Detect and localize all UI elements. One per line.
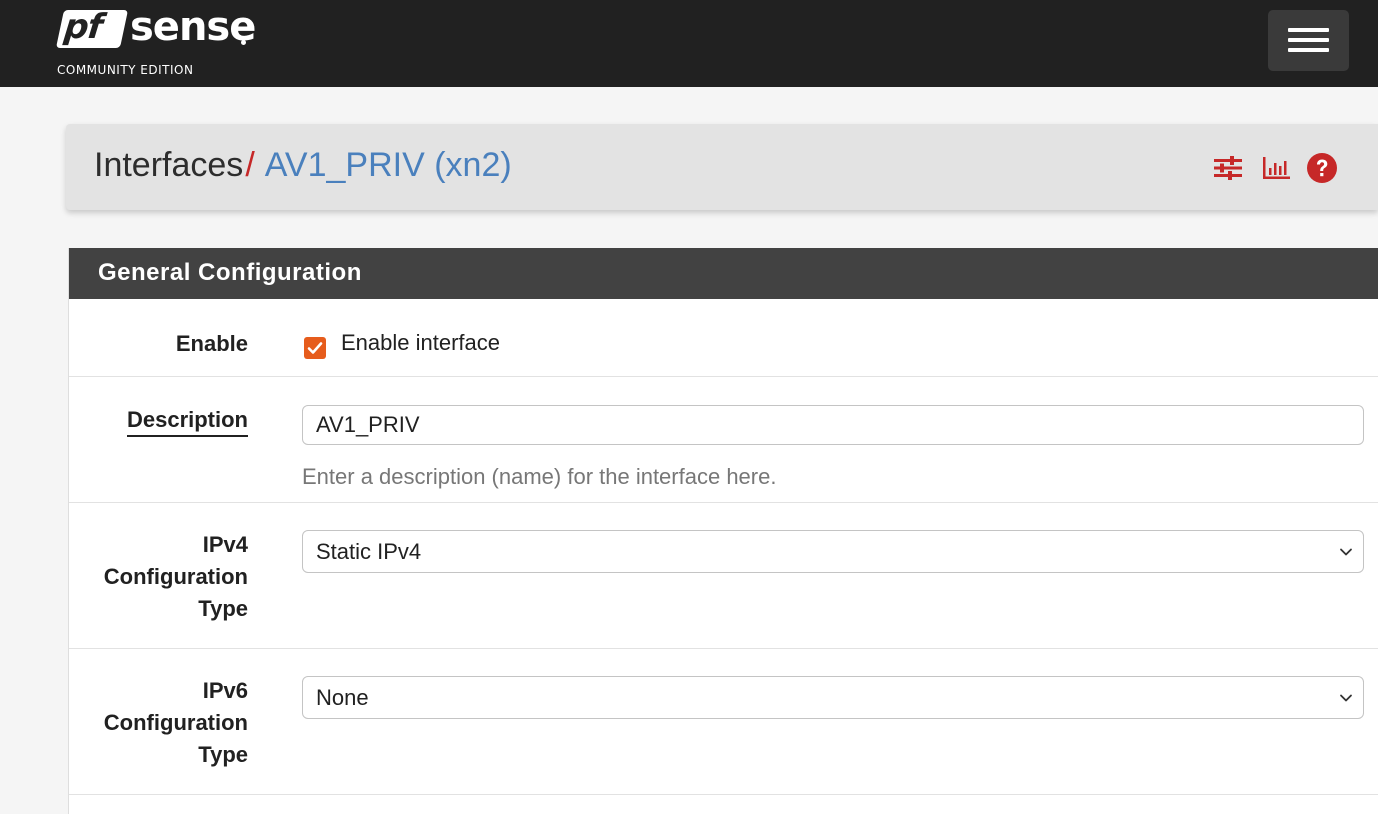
- logo-registered-dot: [241, 40, 246, 45]
- hamburger-menu-icon: [1288, 28, 1329, 32]
- form-row-enable: Enable Enable interface: [69, 299, 1378, 377]
- hamburger-menu-icon-bar: [1288, 38, 1329, 42]
- ipv4-label-line2: Configuration: [103, 564, 248, 589]
- ipv4-type-label: IPv4 Configuration Type: [104, 529, 248, 625]
- checkmark-icon: [307, 342, 323, 354]
- enable-interface-label[interactable]: Enable interface: [341, 330, 500, 356]
- logo-pf-badge: pf: [55, 7, 129, 48]
- form-row-description: Description Enter a description (name) f…: [69, 377, 1378, 503]
- ipv6-label-line1: IPv6: [202, 678, 248, 703]
- ipv4-type-value: Static IPv4: [316, 539, 422, 564]
- description-help-text: Enter a description (name) for the inter…: [302, 464, 777, 489]
- ipv4-type-select[interactable]: Static IPv4: [302, 530, 1364, 573]
- chevron-down-icon: [1340, 694, 1352, 702]
- breadcrumb-current[interactable]: AV1_PRIV (xn2): [265, 146, 512, 184]
- breadcrumb-bar: Interfaces/ AV1_PRIV (xn2): [66, 124, 1378, 210]
- breadcrumb: Interfaces/ AV1_PRIV (xn2): [94, 146, 512, 185]
- ipv6-label-line3: Type: [198, 742, 248, 767]
- enable-label: Enable: [175, 331, 248, 356]
- panel-title: General Configuration: [98, 259, 362, 286]
- ipv6-label-line2: Configuration: [103, 710, 248, 735]
- bar-chart-icon[interactable]: [1260, 152, 1292, 184]
- hamburger-menu-icon-bar: [1288, 48, 1329, 52]
- top-navbar: pf sense COMMUNITY EDITION: [0, 0, 1378, 87]
- ipv4-label-line1: IPv4: [202, 532, 248, 557]
- description-label[interactable]: Description: [126, 405, 248, 437]
- ipv6-type-label: IPv6 Configuration Type: [104, 675, 248, 771]
- general-configuration-panel: General Configuration Enable Enable inte…: [68, 248, 1378, 814]
- help-icon[interactable]: [1306, 152, 1338, 184]
- enable-interface-checkbox[interactable]: [304, 337, 326, 359]
- form-row-ipv6-type: IPv6 Configuration Type None: [69, 649, 1378, 795]
- ipv4-label-line3: Type: [198, 596, 248, 621]
- logo-edition-text: COMMUNITY EDITION: [57, 63, 194, 77]
- logo-pf-text: pf: [62, 7, 104, 47]
- ipv6-type-select[interactable]: None: [302, 676, 1364, 719]
- sliders-icon[interactable]: [1212, 152, 1244, 184]
- hamburger-menu-button[interactable]: [1268, 10, 1349, 71]
- panel-heading: General Configuration: [69, 248, 1378, 299]
- chevron-down-icon: [1340, 548, 1352, 556]
- ipv6-type-value: None: [316, 685, 369, 710]
- breadcrumb-parent[interactable]: Interfaces: [94, 146, 243, 184]
- pfsense-logo[interactable]: pf sense COMMUNITY EDITION: [55, 4, 260, 80]
- description-input[interactable]: [302, 405, 1364, 445]
- breadcrumb-separator: /: [245, 146, 255, 184]
- logo-name-text: sense: [130, 4, 256, 50]
- form-row-ipv4-type: IPv4 Configuration Type Static IPv4: [69, 503, 1378, 649]
